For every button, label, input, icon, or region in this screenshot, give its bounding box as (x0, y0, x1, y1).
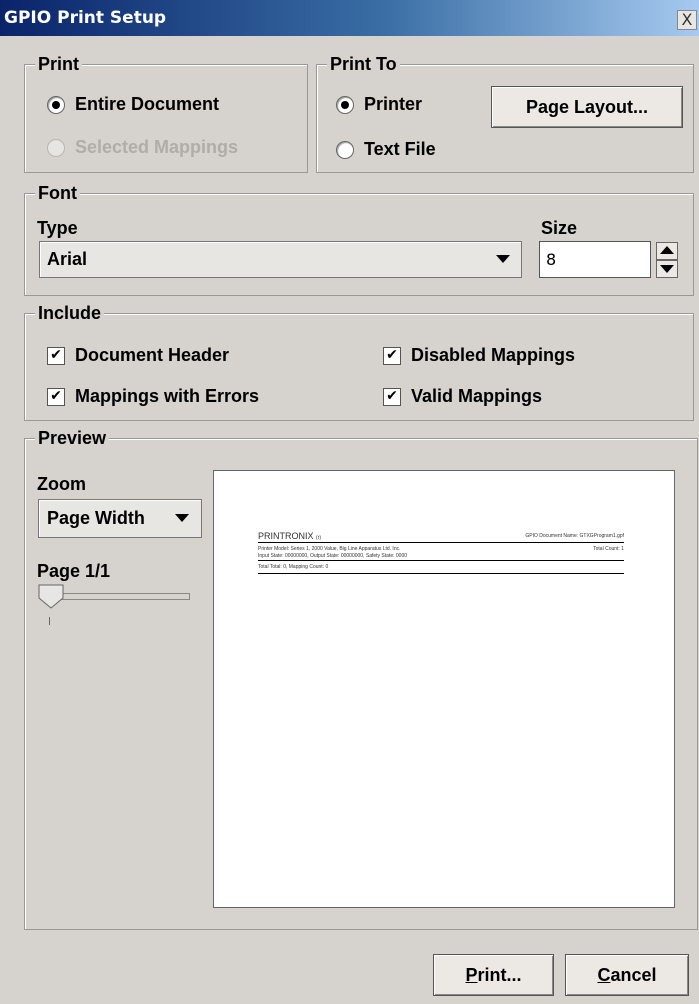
preview-rule (258, 573, 624, 574)
print-to-group-legend: Print To (327, 54, 400, 74)
printer-label: Printer (364, 94, 423, 114)
document-header-checkbox[interactable]: ✔ Document Header (47, 345, 229, 366)
font-size-value: 8 (546, 250, 557, 269)
slider-tick (49, 617, 50, 625)
font-group-legend: Font (35, 183, 80, 203)
print-mnemonic: P (465, 965, 478, 985)
page-layout-button[interactable]: Page Layout... (491, 86, 683, 128)
preview-rule (258, 542, 624, 543)
font-type-value: Arial (47, 249, 88, 269)
preview-doc-name: GPIO Document Name: GTXGProgram1.gpf (525, 533, 624, 539)
preview-line-1: Printer Model: Series 1, 2000 Value, Big… (258, 546, 401, 552)
font-size-label: Size (541, 218, 578, 238)
text-file-label: Text File (364, 139, 436, 159)
radio-selected-indicator (47, 95, 65, 114)
title-bar[interactable]: GPIO Print Setup X (0, 0, 699, 36)
font-size-field[interactable]: 8 (539, 241, 651, 278)
checkmark-icon: ✔ (383, 346, 401, 365)
mappings-with-errors-checkbox[interactable]: ✔ Mappings with Errors (47, 386, 259, 407)
preview-rule (258, 560, 624, 561)
valid-mappings-checkbox[interactable]: ✔ Valid Mappings (383, 386, 542, 407)
zoom-label: Zoom (37, 474, 86, 494)
disabled-mappings-label: Disabled Mappings (411, 345, 576, 365)
close-button[interactable]: X (677, 10, 697, 30)
print-setup-dialog: GPIO Print Setup X Print Entire Document… (0, 0, 699, 1004)
cancel-button-label: ancel (610, 965, 657, 985)
print-button[interactable]: Print... (433, 954, 554, 996)
preview-brand: PRINTRONIX (r) (258, 531, 321, 541)
preview-group-legend: Preview (35, 428, 110, 448)
window-title: GPIO Print Setup (4, 8, 167, 28)
text-file-radio[interactable]: Text File (336, 139, 436, 160)
checkmark-icon: ✔ (47, 387, 65, 406)
preview-brand-text: PRINTRONIX (258, 531, 314, 541)
valid-mappings-label: Valid Mappings (411, 386, 543, 406)
document-header-label: Document Header (75, 345, 230, 365)
page-slider-thumb[interactable] (38, 584, 64, 610)
include-group-legend: Include (35, 303, 105, 323)
zoom-value: Page Width (47, 508, 145, 528)
chevron-down-icon (496, 255, 510, 263)
print-group-legend: Print (35, 54, 83, 74)
cancel-button[interactable]: Cancel (565, 954, 689, 996)
preview-page: PRINTRONIX (r) GPIO Document Name: GTXGP… (213, 470, 675, 908)
arrow-up-icon (660, 246, 674, 254)
preview-total: Total Count: 1 (593, 546, 624, 552)
radio-selected-indicator (336, 95, 354, 114)
preview-line-3: Total Total: 0, Mapping Count: 0 (258, 564, 329, 570)
page-slider-track[interactable] (58, 593, 190, 600)
print-button-label: rint... (477, 965, 522, 985)
preview-line-2: Input State: 00000000, Output State: 000… (258, 553, 408, 559)
preview-brand-mark: (r) (316, 535, 322, 541)
mappings-with-errors-label: Mappings with Errors (75, 386, 260, 406)
font-type-label: Type (37, 218, 78, 238)
radio-disabled-indicator (47, 138, 65, 157)
entire-document-label: Entire Document (75, 94, 220, 114)
radio-unselected-indicator (336, 140, 354, 159)
size-increment-button[interactable] (656, 242, 678, 260)
printer-radio[interactable]: Printer (336, 94, 422, 115)
selected-mappings-radio: Selected Mappings (47, 137, 238, 158)
size-decrement-button[interactable] (656, 260, 678, 278)
entire-document-radio[interactable]: Entire Document (47, 94, 219, 115)
font-type-select[interactable]: Arial (39, 241, 522, 278)
cancel-mnemonic: C (597, 965, 611, 985)
arrow-down-icon (660, 265, 674, 273)
checkmark-icon: ✔ (383, 387, 401, 406)
page-indicator-label: Page 1/1 (37, 561, 111, 581)
checkmark-icon: ✔ (47, 346, 65, 365)
chevron-down-icon (175, 514, 189, 522)
selected-mappings-label: Selected Mappings (75, 137, 239, 157)
zoom-select[interactable]: Page Width (38, 499, 202, 538)
disabled-mappings-checkbox[interactable]: ✔ Disabled Mappings (383, 345, 575, 366)
